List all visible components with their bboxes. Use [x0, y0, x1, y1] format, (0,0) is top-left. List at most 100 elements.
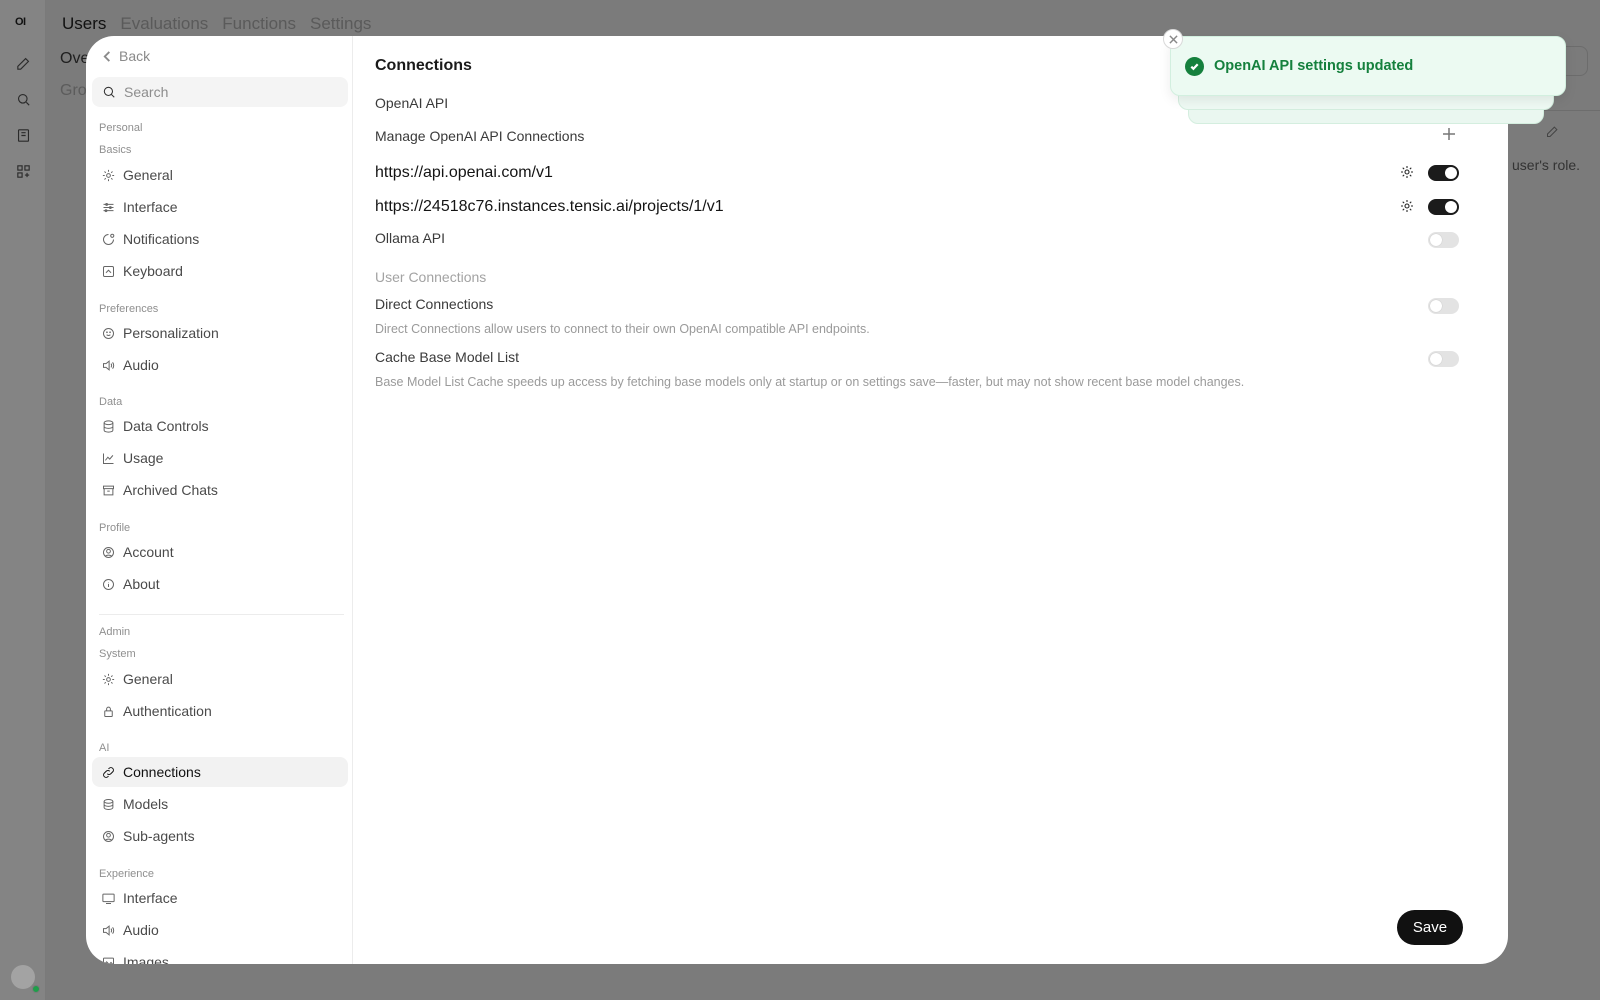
edit-role-icon[interactable] — [1545, 124, 1560, 144]
search-icon[interactable] — [13, 89, 33, 109]
sidebar-item-label: Images — [123, 954, 169, 964]
connections-panel: Connections OpenAI API Manage OpenAI API… — [353, 36, 1508, 964]
tab-evaluations[interactable]: Evaluations — [120, 14, 208, 34]
sidebar-item-label: About — [123, 576, 160, 592]
sidebar-item-models[interactable]: Models — [92, 789, 348, 819]
page-title: Connections — [375, 57, 472, 74]
sidebar-item-archived-chats[interactable]: Archived Chats — [92, 475, 348, 505]
subtab-overview[interactable]: Ove — [60, 50, 89, 68]
connection-url: https://24518c76.instances.tensic.ai/pro… — [375, 198, 724, 215]
ollama-toggle[interactable] — [1428, 232, 1459, 248]
sidebar-item-label: Notifications — [123, 231, 200, 247]
gear-icon[interactable] — [1399, 198, 1415, 214]
app-logo[interactable]: OI — [15, 16, 26, 28]
sidebar-item-authentication[interactable]: Authentication — [92, 696, 348, 726]
sidebar-item-about[interactable]: About — [92, 569, 348, 599]
sidebar-item-label: Personalization — [123, 325, 219, 341]
tab-settings[interactable]: Settings — [310, 14, 371, 34]
cache-model-list-description: Base Model List Cache speeds up access b… — [375, 375, 1245, 389]
sidebar-item-usage[interactable]: Usage — [92, 443, 348, 473]
sidebar-item-audio[interactable]: Audio — [92, 350, 348, 380]
sidebar-item-label: General — [123, 671, 173, 687]
bell-icon — [103, 233, 115, 245]
grid-icon[interactable] — [13, 161, 33, 181]
link-icon — [103, 766, 114, 778]
layers-icon — [103, 798, 114, 810]
gear-icon — [102, 673, 115, 685]
sliders-icon — [103, 202, 114, 212]
sidebar-item-connections[interactable]: Connections — [92, 757, 348, 787]
tab-functions[interactable]: Functions — [222, 14, 296, 34]
back-button[interactable]: Back — [102, 48, 150, 64]
tab-users[interactable]: Users — [62, 14, 106, 34]
chart-icon — [103, 453, 114, 464]
sidebar-item-sub-agents[interactable]: Sub-agents — [92, 821, 348, 851]
direct-connections-toggle[interactable] — [1428, 298, 1459, 314]
lock-icon — [104, 706, 113, 717]
sidebar-item-label: Audio — [123, 357, 159, 373]
role-hint-text: user's role. — [1512, 157, 1581, 173]
settings-modal: Back Personal Basics General Interface N… — [86, 36, 1508, 964]
edit-icon[interactable] — [13, 53, 33, 73]
sidebar-item-label: Audio — [123, 922, 159, 938]
sidebar-item-exp-audio[interactable]: Audio — [92, 915, 348, 945]
section-ai: AI — [99, 742, 110, 754]
speaker-icon — [103, 924, 115, 936]
section-experience: Experience — [99, 868, 155, 880]
info-icon — [103, 578, 114, 590]
cache-model-list-label: Cache Base Model List — [375, 349, 519, 365]
sidebar-item-keyboard[interactable]: Keyboard — [92, 256, 348, 286]
background-tabs: Users Evaluations Functions Settings — [62, 14, 371, 34]
section-personal: Personal — [99, 122, 143, 134]
section-system: System — [99, 648, 136, 660]
manage-connections-label: Manage OpenAI API Connections — [375, 128, 585, 144]
user-avatar[interactable] — [11, 965, 35, 989]
section-basics: Basics — [99, 144, 132, 156]
chevron-left-icon — [103, 50, 110, 62]
sidebar-item-personalization[interactable]: Personalization — [92, 318, 348, 348]
search-box[interactable] — [92, 77, 348, 107]
connection-url: https://api.openai.com/v1 — [375, 164, 553, 181]
sidebar-item-label: Interface — [123, 890, 178, 906]
close-icon[interactable] — [1163, 29, 1183, 49]
sidebar-item-label: Authentication — [123, 703, 212, 719]
connection-toggle[interactable] — [1428, 165, 1459, 181]
gear-icon — [102, 169, 115, 181]
sidebar-item-interface[interactable]: Interface — [92, 192, 348, 222]
sidebar-item-data-controls[interactable]: Data Controls — [92, 411, 348, 441]
direct-connections-description: Direct Connections allow users to connec… — [375, 322, 870, 336]
toast-message: OpenAI API settings updated — [1214, 58, 1414, 74]
search-input[interactable] — [124, 84, 324, 100]
sidebar-item-images[interactable]: Images — [92, 947, 348, 964]
sidebar-item-account[interactable]: Account — [92, 537, 348, 567]
sidebar-item-admin-general[interactable]: General — [92, 664, 348, 694]
save-button[interactable]: Save — [1397, 910, 1463, 945]
sidebar-item-label: Data Controls — [123, 418, 209, 434]
archive-icon — [103, 485, 114, 495]
sidebar-item-general[interactable]: General — [92, 160, 348, 190]
settings-sidebar: Back Personal Basics General Interface N… — [86, 36, 353, 964]
sidebar-item-label: Account — [123, 544, 174, 560]
gear-icon[interactable] — [1399, 164, 1415, 180]
sidebar-item-label: Sub-agents — [123, 828, 195, 844]
subtab-groups[interactable]: Gro — [60, 82, 87, 100]
speaker-icon — [103, 359, 115, 371]
user-connections-heading: User Connections — [375, 269, 487, 285]
plus-icon[interactable] — [1442, 127, 1456, 141]
connection-toggle[interactable] — [1428, 199, 1459, 215]
sidebar-item-label: General — [123, 167, 173, 183]
sidebar-item-label: Connections — [123, 764, 201, 780]
sidebar-item-notifications[interactable]: Notifications — [92, 224, 348, 254]
online-status-dot — [32, 985, 40, 993]
sidebar-item-label: Keyboard — [123, 263, 183, 279]
sidebar-divider — [99, 614, 344, 615]
keyboard-icon — [103, 265, 114, 277]
cache-model-list-toggle[interactable] — [1428, 351, 1459, 367]
sidebar-item-exp-interface[interactable]: Interface — [92, 883, 348, 913]
database-icon — [103, 419, 114, 433]
section-preferences: Preferences — [99, 303, 159, 315]
book-icon[interactable] — [13, 125, 33, 145]
section-data: Data — [99, 396, 123, 408]
image-icon — [103, 957, 114, 964]
ollama-api-label: Ollama API — [375, 230, 446, 246]
